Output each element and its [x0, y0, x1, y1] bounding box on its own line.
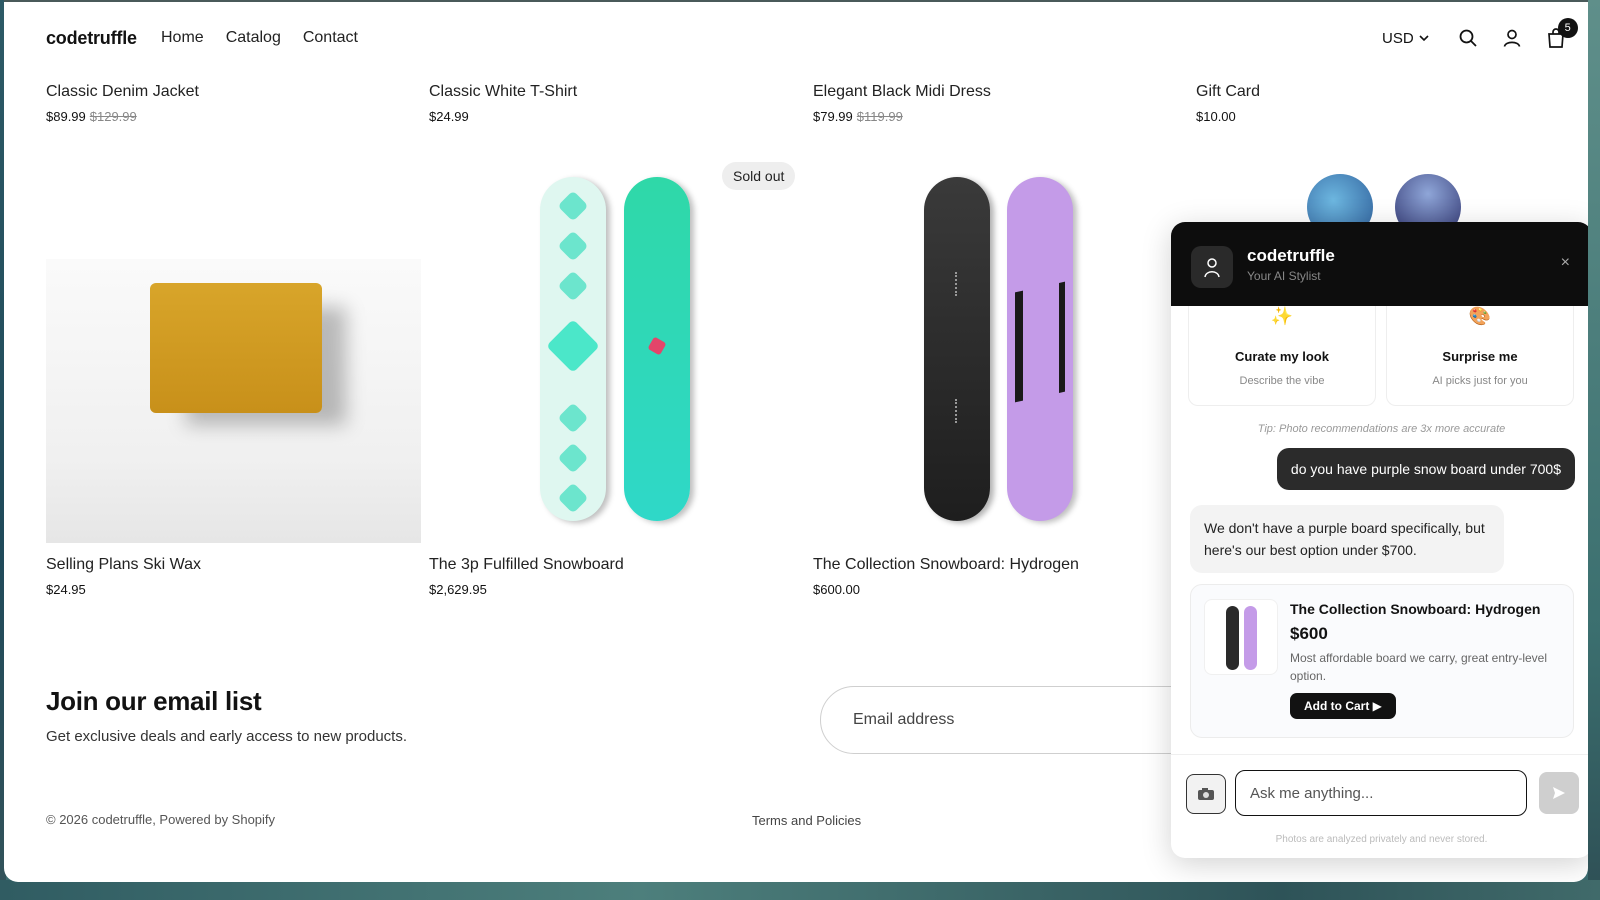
add-to-cart-button[interactable]: Add to Cart ▶ [1290, 693, 1396, 719]
palette-icon: 🎨 [1468, 306, 1492, 326]
currency-selector[interactable]: USD [1382, 30, 1430, 47]
thumb-board-black [1226, 606, 1239, 670]
recommendation-name: The Collection Snowboard: Hydrogen [1290, 601, 1541, 617]
binding-inserts [955, 272, 957, 296]
cart-count-badge: 5 [1557, 18, 1578, 38]
product-image-ski-wax[interactable] [46, 259, 421, 543]
product-title-white-tshirt[interactable]: Classic White T-Shirt [429, 83, 577, 101]
chevron-down-icon [1419, 35, 1429, 42]
ai-stylist-chat: codetruffle Your AI Stylist × ✨ Curate m… [1171, 222, 1588, 858]
recommendation-card[interactable]: The Collection Snowboard: Hydrogen $600 … [1190, 584, 1574, 738]
chat-subtitle: Your AI Stylist [1247, 269, 1321, 283]
privacy-note: Photos are analyzed privately and never … [1275, 834, 1488, 845]
quick-action-desc: AI picks just for you [1432, 375, 1528, 387]
chat-divider [1171, 754, 1588, 755]
product-price-hydrogen: $600.00 [813, 582, 860, 597]
chat-input[interactable]: Ask me anything... [1235, 770, 1527, 816]
footer-copyright: © 2026 codetruffle, Powered by Shopify [46, 812, 276, 827]
quick-action-title: Surprise me [1442, 349, 1518, 364]
snowboard-base-purple[interactable] [1007, 177, 1073, 521]
camera-upload-button[interactable] [1186, 774, 1226, 814]
hexagon-logo-icon [647, 336, 667, 356]
camera-icon [1198, 788, 1214, 800]
product-title-midi-dress[interactable]: Elegant Black Midi Dress [813, 83, 991, 101]
user-message: do you have purple snow board under 700$ [1276, 448, 1575, 490]
product-image-3p-snowboard[interactable] [540, 177, 606, 521]
sparkles-icon: ✨ [1270, 306, 1294, 326]
assistant-message: We don't have a purple board specificall… [1190, 505, 1504, 573]
quick-action-desc: Describe the vibe [1239, 375, 1325, 387]
newsletter-title: Join our email list [46, 686, 262, 716]
header-actions: USD 5 [1382, 18, 1586, 52]
surprise-me-button[interactable]: 🎨 Surprise me AI picks just for you [1386, 306, 1574, 406]
sale-price: $89.99 [46, 109, 86, 124]
send-button[interactable] [1539, 772, 1579, 814]
account-icon[interactable] [1498, 24, 1526, 52]
newsletter-subtitle: Get exclusive deals and early access to … [46, 728, 408, 745]
send-icon [1553, 787, 1565, 799]
curate-look-button[interactable]: ✨ Curate my look Describe the vibe [1188, 306, 1376, 406]
product-price-midi-dress: $79.99 $119.99 [813, 109, 903, 124]
product-title-denim-jacket[interactable]: Classic Denim Jacket [46, 83, 199, 101]
recommendation-thumbnail [1204, 599, 1278, 675]
product-price-gift-card: $10.00 [1196, 109, 1236, 124]
terms-link[interactable]: Terms and Policies [752, 813, 861, 828]
product-price-ski-wax: $24.95 [46, 582, 86, 597]
product-price-3p-snowboard: $2,629.95 [429, 582, 487, 597]
nav-catalog[interactable]: Catalog [226, 29, 281, 47]
browser-window: codetruffle Home Catalog Contact USD 5 C… [4, 0, 1588, 882]
product-title-ski-wax[interactable]: Selling Plans Ski Wax [46, 556, 201, 574]
product-price-white-tshirt: $24.99 [429, 109, 469, 124]
product-price-denim-jacket: $89.99 $129.99 [46, 109, 137, 124]
brand-logo[interactable]: codetruffle [46, 28, 137, 49]
sold-out-badge: Sold out [722, 162, 796, 190]
site-header: codetruffle Home Catalog Contact USD 5 [4, 2, 1588, 78]
search-icon[interactable] [1454, 24, 1482, 52]
product-title-hydrogen[interactable]: The Collection Snowboard: Hydrogen [813, 556, 1079, 574]
chat-tip: Tip: Photo recommendations are 3x more a… [1257, 423, 1506, 435]
compare-price: $119.99 [856, 109, 903, 124]
email-placeholder: Email address [853, 711, 955, 728]
cart-icon[interactable]: 5 [1542, 18, 1578, 52]
snowboard-base-teal[interactable] [624, 177, 690, 521]
close-icon[interactable]: × [1561, 254, 1570, 272]
recommendation-desc: Most affordable board we carry, great en… [1290, 651, 1548, 683]
thumb-board-purple [1244, 606, 1257, 670]
stylist-avatar-icon [1191, 246, 1233, 288]
brush-graphic [1015, 281, 1065, 403]
currency-label: USD [1382, 29, 1414, 47]
product-image-hydrogen-snowboard[interactable] [924, 177, 990, 521]
desktop-background-bottom [0, 880, 1600, 900]
product-title-3p-snowboard[interactable]: The 3p Fulfilled Snowboard [429, 556, 624, 574]
binding-inserts [955, 399, 957, 423]
nav-home[interactable]: Home [161, 29, 204, 47]
chat-header: codetruffle Your AI Stylist × [1171, 222, 1588, 306]
chat-input-placeholder: Ask me anything... [1250, 784, 1374, 802]
product-title-gift-card[interactable]: Gift Card [1196, 83, 1260, 101]
nav-contact[interactable]: Contact [303, 29, 358, 47]
ski-wax-bar [150, 283, 322, 413]
quick-action-title: Curate my look [1235, 349, 1329, 364]
chat-title: codetruffle [1247, 246, 1335, 265]
sale-price: $79.99 [813, 109, 853, 124]
main-nav: Home Catalog Contact [161, 29, 358, 47]
compare-price: $129.99 [89, 109, 137, 124]
desktop-background-right [1588, 0, 1600, 900]
recommendation-price: $600 [1290, 624, 1328, 643]
